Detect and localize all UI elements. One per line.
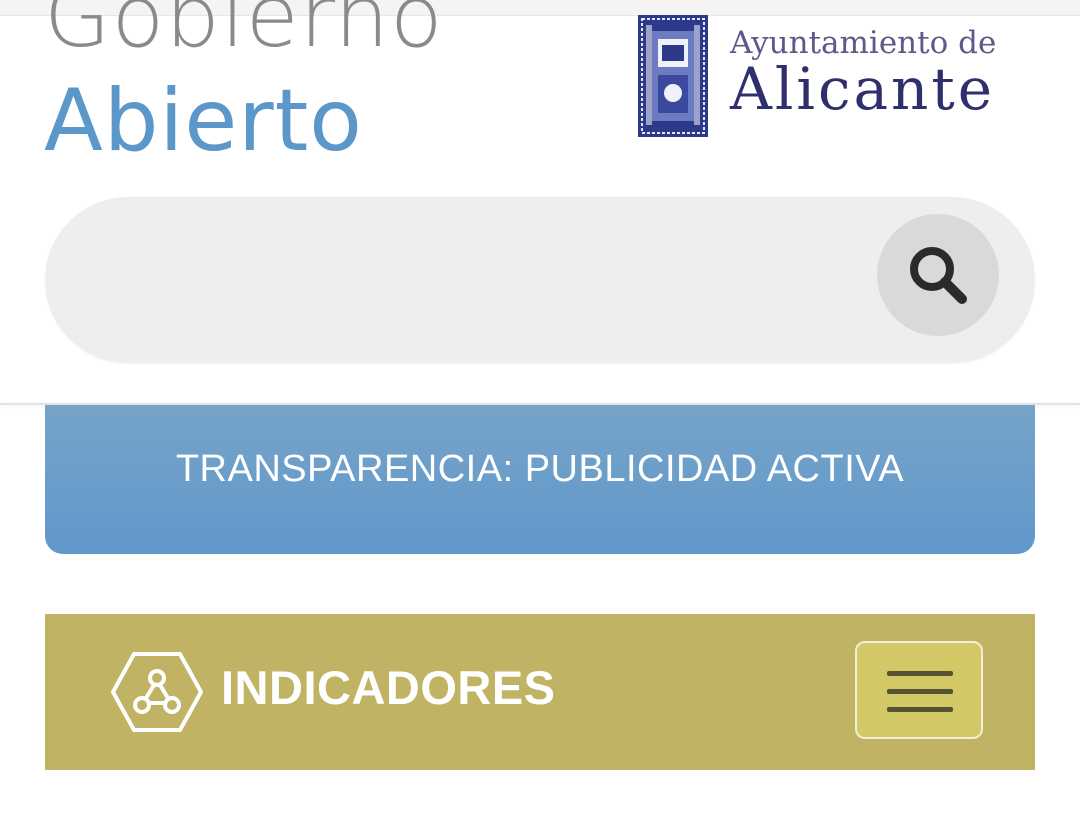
transparency-nav-label: TRANSPARENCIA: PUBLICIDAD ACTIVA [175, 448, 905, 490]
indicators-title: INDICADORES [221, 661, 556, 714]
coat-of-arms-icon [638, 15, 708, 137]
brand-title-line1: Gobierno [44, 0, 444, 67]
network-hexagon-icon [111, 652, 203, 732]
hamburger-menu-icon [887, 707, 953, 712]
gobierno-abierto-logo[interactable]: Gobierno Abierto [0, 0, 620, 180]
search-icon [910, 247, 967, 304]
indicators-section-bar: INDICADORES [45, 614, 1035, 770]
search-bar [45, 197, 1035, 363]
brand-title-line2: Abierto [44, 71, 363, 171]
search-input[interactable] [95, 237, 859, 325]
hamburger-menu-icon [887, 689, 953, 694]
ayuntamiento-alicante-logo[interactable]: Ayuntamiento de Alicante [638, 15, 1038, 140]
hamburger-menu-icon [887, 671, 953, 676]
search-button[interactable] [877, 214, 999, 336]
menu-toggle-button[interactable] [855, 641, 983, 739]
transparency-nav-button[interactable]: TRANSPARENCIA: PUBLICIDAD ACTIVA [45, 405, 1035, 554]
city-logo-title: Alicante [730, 55, 996, 123]
